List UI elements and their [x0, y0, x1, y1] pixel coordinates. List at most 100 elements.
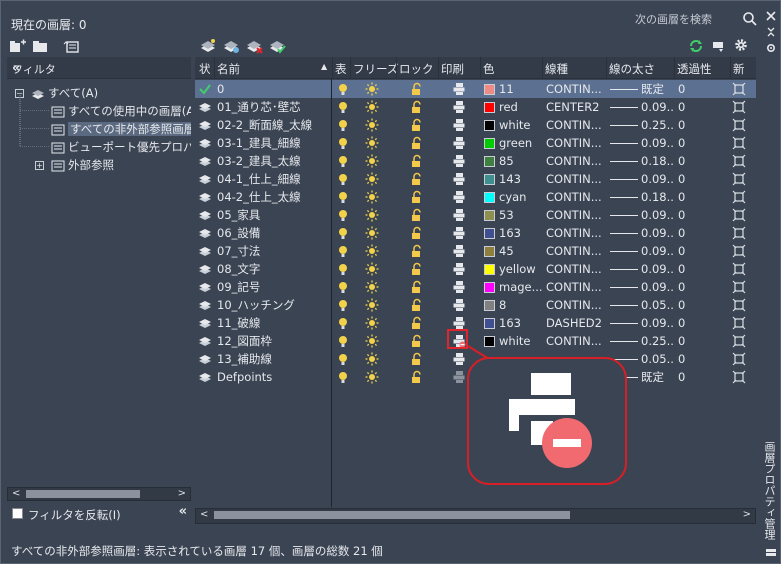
color-name[interactable]: cyan [499, 188, 543, 206]
header-separator[interactable] [396, 57, 397, 79]
properties-icon[interactable] [764, 41, 778, 55]
printer-icon[interactable] [452, 280, 466, 294]
color-swatch[interactable] [484, 192, 495, 203]
layer-icon[interactable] [198, 370, 212, 384]
color-name[interactable]: 53 [499, 206, 543, 224]
lineweight[interactable]: 0.09... [641, 98, 675, 116]
scroll-left-arrow[interactable]: < [12, 488, 20, 500]
color-swatch[interactable] [484, 138, 495, 149]
unlock-icon[interactable] [410, 244, 424, 258]
lineweight[interactable]: 0.18... [641, 188, 675, 206]
column-header[interactable]: 印刷 [441, 61, 464, 77]
invert-filter-checkbox[interactable] [12, 508, 23, 519]
color-swatch[interactable] [484, 264, 495, 275]
lineweight[interactable]: 0.09... [641, 278, 675, 296]
lineweight[interactable]: 0.09... [641, 170, 675, 188]
linetype[interactable]: CONTIN... [546, 134, 606, 152]
sun-thaw-icon[interactable] [365, 82, 379, 96]
transparency[interactable]: 0 [678, 296, 728, 314]
sun-thaw-icon[interactable] [365, 334, 379, 348]
printer-icon[interactable] [452, 370, 466, 384]
transparency[interactable]: 0 [678, 260, 728, 278]
lightbulb-on-icon[interactable] [336, 226, 350, 240]
unlock-icon[interactable] [410, 208, 424, 222]
printer-icon[interactable] [452, 208, 466, 222]
column-header[interactable]: 表 [335, 61, 347, 77]
tree-expander[interactable]: + [35, 161, 44, 170]
table-row[interactable]: 0 11 CONTIN... 既定 0 [195, 80, 756, 98]
layer-icon[interactable] [198, 172, 212, 186]
linetype[interactable]: CONTIN... [546, 152, 606, 170]
scroll-right-arrow[interactable]: > [743, 509, 751, 521]
transparency[interactable]: 0 [678, 170, 728, 188]
linetype[interactable]: CONTIN... [546, 332, 606, 350]
color-name[interactable]: 45 [499, 242, 543, 260]
color-name[interactable]: white [499, 332, 543, 350]
color-swatch[interactable] [484, 246, 495, 257]
lineweight[interactable]: 既定 [641, 80, 675, 98]
printer-icon[interactable] [452, 118, 466, 132]
header-separator[interactable] [542, 57, 543, 79]
header-separator[interactable] [214, 57, 215, 79]
unlock-icon[interactable] [410, 352, 424, 366]
table-row[interactable]: 04-1_仕上_細線 143 CONTIN... 0.09... 0 [195, 170, 756, 188]
new-layer-vp-frozen-icon[interactable] [222, 38, 240, 54]
layer-name[interactable]: 12_図面枠 [217, 332, 329, 350]
color-swatch[interactable] [484, 156, 495, 167]
lightbulb-on-icon[interactable] [336, 334, 350, 348]
layer-icon[interactable] [198, 298, 212, 312]
unlock-icon[interactable] [410, 316, 424, 330]
table-row[interactable]: 07_寸法 45 CONTIN... 0.09... 0 [195, 242, 756, 260]
unlock-icon[interactable] [410, 82, 424, 96]
header-separator[interactable] [332, 57, 333, 79]
color-name[interactable]: 163 [499, 314, 543, 332]
printer-icon[interactable] [452, 100, 466, 114]
lightbulb-on-icon[interactable] [336, 316, 350, 330]
layer-name[interactable]: 08_文字 [217, 260, 329, 278]
column-header[interactable]: 名前 [217, 61, 240, 77]
color-name[interactable]: white [499, 116, 543, 134]
lightbulb-on-icon[interactable] [336, 154, 350, 168]
new-vp-freeze-icon[interactable] [732, 136, 746, 150]
unlock-icon[interactable] [410, 226, 424, 240]
header-separator[interactable] [730, 57, 731, 79]
layer-name[interactable]: 06_設備 [217, 224, 329, 242]
linetype[interactable]: CONTIN... [546, 242, 606, 260]
column-header[interactable]: 状 [199, 61, 211, 77]
delete-layer-icon[interactable] [245, 38, 263, 54]
linetype[interactable]: CONTIN... [546, 80, 606, 98]
color-swatch[interactable] [484, 210, 495, 221]
color-swatch[interactable] [484, 318, 495, 329]
color-swatch[interactable] [484, 282, 495, 293]
current-layer-check-icon[interactable] [198, 82, 212, 96]
lightbulb-on-icon[interactable] [336, 280, 350, 294]
collapse-filter-button-bottom[interactable]: « [179, 504, 187, 519]
lightbulb-on-icon[interactable] [336, 352, 350, 366]
layer-name[interactable]: 11_破線 [217, 314, 329, 332]
lightbulb-on-icon[interactable] [336, 262, 350, 276]
linetype[interactable]: CONTIN... [546, 260, 606, 278]
sun-thaw-icon[interactable] [365, 370, 379, 384]
unlock-icon[interactable] [410, 136, 424, 150]
filter-tree-item[interactable]: ビューポート優先プロパティを [51, 138, 191, 156]
new-vp-freeze-icon[interactable] [732, 280, 746, 294]
printer-icon[interactable] [452, 244, 466, 258]
new-vp-freeze-icon[interactable] [732, 370, 746, 384]
new-layer-icon[interactable] [199, 38, 217, 54]
color-swatch[interactable] [484, 84, 495, 95]
color-swatch[interactable] [484, 300, 495, 311]
layer-name[interactable]: 05_家具 [217, 206, 329, 224]
transparency[interactable]: 0 [678, 188, 728, 206]
search-input[interactable]: 次の画層を検索 [631, 11, 759, 28]
new-vp-freeze-icon[interactable] [732, 262, 746, 276]
sun-thaw-icon[interactable] [365, 154, 379, 168]
refresh-icon[interactable] [687, 38, 705, 54]
lightbulb-on-icon[interactable] [336, 370, 350, 384]
new-vp-freeze-icon[interactable] [732, 172, 746, 186]
scroll-thumb[interactable] [26, 490, 140, 498]
sun-thaw-icon[interactable] [365, 298, 379, 312]
printer-icon[interactable] [452, 262, 466, 276]
layer-icon[interactable] [198, 280, 212, 294]
new-filter-icon[interactable] [9, 38, 27, 54]
linetype[interactable]: CONTIN... [546, 296, 606, 314]
